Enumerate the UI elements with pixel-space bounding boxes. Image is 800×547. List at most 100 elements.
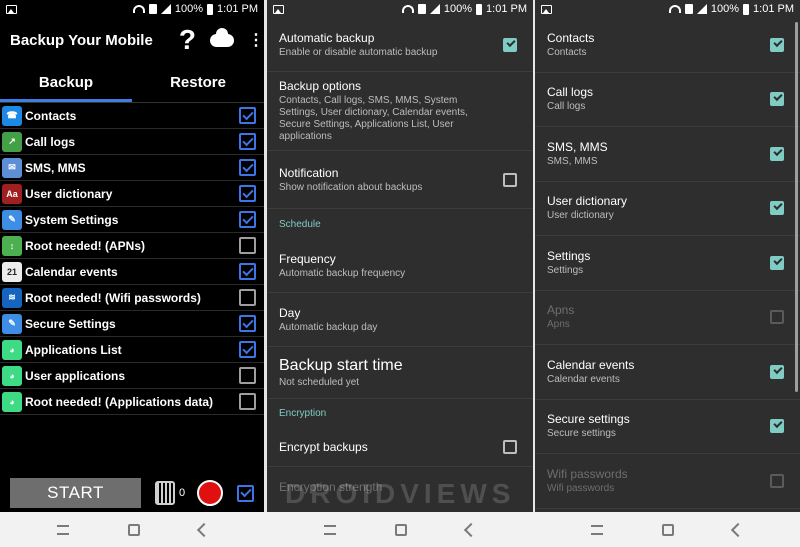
backup-item-checkbox[interactable] [239, 185, 256, 202]
cloud-icon[interactable] [210, 27, 234, 47]
restore-option[interactable]: User dictionary User dictionary [535, 182, 800, 236]
start-button[interactable]: START [10, 478, 141, 508]
battery-percent: 100% [710, 3, 740, 15]
backup-item[interactable]: 21 Calendar events [0, 259, 264, 285]
restore-option-subtitle: Call logs [547, 101, 586, 113]
backup-item-checkbox[interactable] [239, 315, 256, 332]
setting-automatic-backup[interactable]: Automatic backup Enable or disable autom… [267, 18, 533, 72]
image-notification-icon [273, 4, 284, 14]
restore-option-checkbox[interactable] [770, 473, 784, 488]
encrypt-backups-checkbox[interactable] [503, 439, 517, 454]
image-notification-icon [6, 4, 17, 14]
select-all-checkbox[interactable] [237, 484, 254, 502]
restore-option-subtitle: Settings [547, 264, 584, 276]
backup-item-list: ☎ Contacts ↗ Call logs ✉ SMS, MMS Aa User dicti… [0, 102, 264, 415]
battery-percent: 100% [443, 3, 473, 15]
backup-item[interactable]: ◕ Applications List [0, 337, 264, 363]
sd-card-icon[interactable] [155, 481, 175, 505]
setting-title: Automatic backup [279, 30, 375, 45]
tab-restore[interactable]: Restore [132, 62, 264, 102]
home-icon[interactable] [661, 523, 674, 536]
watermark: DROIDVIEWS [285, 478, 516, 509]
restore-option[interactable]: Calendar events Calendar events [535, 345, 800, 400]
record-button[interactable] [197, 480, 224, 506]
backup-item-checkbox[interactable] [239, 263, 256, 280]
backup-item[interactable]: ✎ Secure Settings [0, 311, 264, 337]
setting-backup-start-time[interactable]: Backup start time Not scheduled yet [267, 347, 533, 399]
setting-day[interactable]: Day Automatic backup day [267, 293, 533, 347]
back-icon[interactable] [463, 522, 478, 537]
scrollbar[interactable] [795, 22, 798, 392]
restore-option-checkbox[interactable] [770, 419, 784, 434]
setting-subtitle: Not scheduled yet [279, 376, 360, 388]
restore-option-subtitle: Wifi passwords [547, 482, 615, 494]
back-icon[interactable] [197, 522, 212, 537]
app-header: Backup Your Mobile ? ⋮ [0, 18, 264, 62]
backup-item-checkbox[interactable] [239, 237, 256, 254]
backup-item-checkbox[interactable] [239, 133, 256, 150]
restore-option[interactable]: Wifi passwords Wifi passwords [535, 454, 800, 509]
backup-item-checkbox[interactable] [239, 341, 256, 358]
restore-option[interactable]: Contacts Contacts [535, 18, 800, 73]
wifi-signal-icon [668, 5, 681, 13]
help-icon[interactable]: ? [179, 26, 196, 54]
automatic-backup-checkbox[interactable] [503, 37, 517, 52]
setting-encrypt-backups[interactable]: Encrypt backups [267, 427, 533, 467]
backup-item[interactable]: ✎ System Settings [0, 207, 264, 233]
setting-notification[interactable]: Notification Show notification about bac… [267, 151, 533, 209]
backup-footer: START 0 [0, 476, 264, 510]
backup-item-checkbox[interactable] [239, 367, 256, 384]
recent-apps-icon[interactable] [324, 524, 337, 535]
backup-item[interactable]: Aa User dictionary [0, 181, 264, 207]
backup-item-checkbox[interactable] [239, 107, 256, 124]
backup-item-checkbox[interactable] [239, 289, 256, 306]
home-icon[interactable] [394, 523, 407, 536]
restore-option-title: Calendar events [547, 357, 635, 372]
restore-option-title: Contacts [547, 30, 595, 45]
backup-item-label: Root needed! (Wifi passwords) [25, 290, 201, 305]
wifi-icon: ≋ [2, 287, 22, 308]
notification-checkbox[interactable] [503, 172, 517, 187]
backup-item-checkbox[interactable] [239, 393, 256, 410]
tab-backup[interactable]: Backup [0, 62, 132, 102]
restore-option-checkbox[interactable] [770, 201, 784, 216]
restore-option[interactable]: Apns Apns [535, 291, 800, 345]
restore-option-checkbox[interactable] [770, 92, 784, 107]
restore-option-checkbox[interactable] [770, 146, 784, 161]
nav-group [267, 512, 534, 547]
recent-apps-icon[interactable] [57, 524, 70, 535]
backup-item[interactable]: ≋ Root needed! (Wifi passwords) [0, 285, 264, 311]
backup-item[interactable]: ✉ SMS, MMS [0, 155, 264, 181]
restore-option-checkbox[interactable] [770, 37, 784, 52]
tab-bar: Backup Restore [0, 62, 264, 102]
backup-item-label: System Settings [25, 212, 119, 227]
back-icon[interactable] [730, 522, 745, 537]
restore-option-checkbox[interactable] [770, 310, 784, 325]
apn-icon: ↕ [2, 235, 22, 256]
more-options-icon[interactable]: ⋮ [248, 30, 264, 50]
home-icon[interactable] [128, 523, 141, 536]
restore-option-title: Secure settings [547, 412, 630, 427]
restore-option[interactable]: Settings Settings [535, 236, 800, 291]
restore-option-checkbox[interactable] [770, 255, 784, 270]
backup-item[interactable]: ◕ Root needed! (Applications data) [0, 389, 264, 415]
envelope-icon: ✉ [2, 157, 22, 178]
backup-item-checkbox[interactable] [239, 211, 256, 228]
backup-item[interactable]: ↗ Call logs [0, 129, 264, 155]
setting-backup-options[interactable]: Backup options Contacts, Call logs, SMS,… [267, 72, 533, 151]
setting-title: Backup start time [279, 356, 403, 374]
restore-option[interactable]: Call logs Call logs [535, 73, 800, 127]
setting-frequency[interactable]: Frequency Automatic backup frequency [267, 239, 533, 293]
call-logs-icon: ↗ [2, 131, 22, 152]
restore-option[interactable]: Secure settings Secure settings [535, 400, 800, 454]
nav-group [533, 512, 800, 547]
backup-item-checkbox[interactable] [239, 159, 256, 176]
android-icon: ◕ [2, 365, 22, 386]
backup-item[interactable]: ↕ Root needed! (APNs) [0, 233, 264, 259]
restore-option-checkbox[interactable] [770, 364, 784, 379]
backup-item[interactable]: ☎ Contacts [0, 103, 264, 129]
recent-apps-icon[interactable] [590, 524, 603, 535]
restore-option[interactable]: SMS, MMS SMS, MMS [535, 127, 800, 182]
backup-item[interactable]: ◕ User applications [0, 363, 264, 389]
battery-percent: 100% [174, 3, 204, 15]
